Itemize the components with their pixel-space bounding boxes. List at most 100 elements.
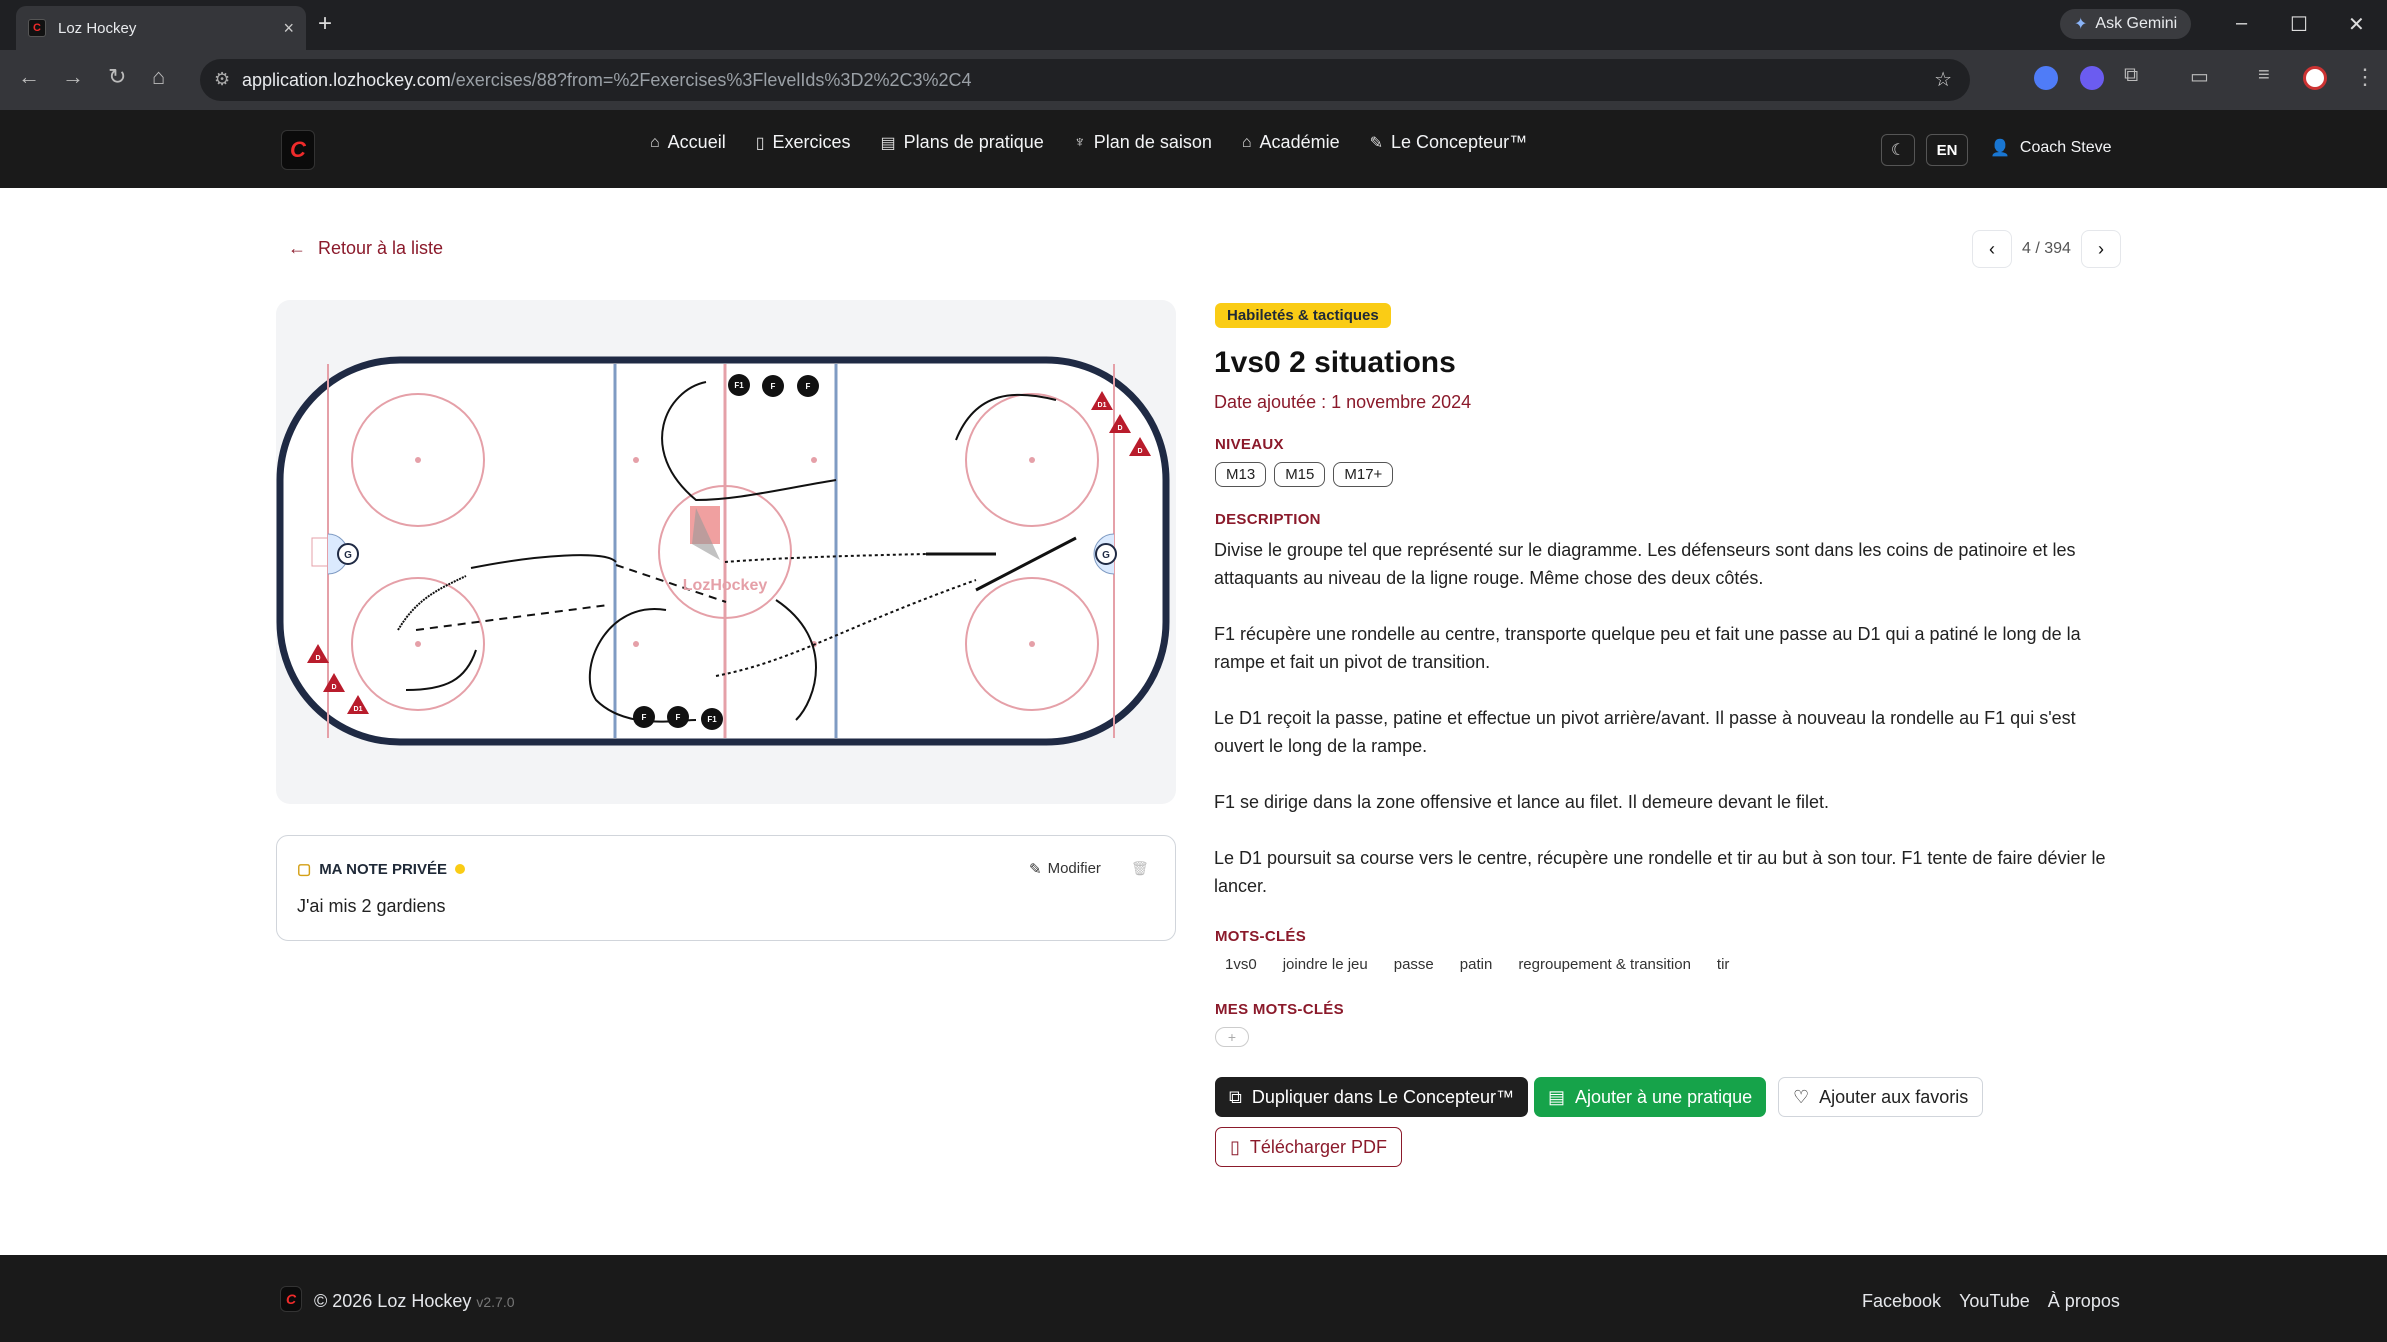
- nav-label: Accueil: [667, 132, 726, 152]
- heart-icon: ♡: [1793, 1086, 1810, 1107]
- player-marker: F: [667, 706, 689, 728]
- player-marker: F: [762, 375, 784, 397]
- forward-arrow-icon[interactable]: →: [62, 64, 84, 90]
- nav-concepteur[interactable]: ✎ Le Concepteur™: [1370, 132, 1528, 153]
- footer-links: Facebook YouTube À propos: [1862, 1291, 2120, 1312]
- extension-icon[interactable]: [2034, 66, 2058, 90]
- tab-title: Loz Hockey: [58, 19, 137, 37]
- player-label: F: [676, 713, 681, 722]
- keyword-tag[interactable]: passe: [1394, 956, 1434, 973]
- window-close-icon[interactable]: ✕: [2348, 12, 2365, 37]
- ask-gemini-button[interactable]: ✦ Ask Gemini: [2060, 9, 2192, 39]
- nav-academie[interactable]: ⌂ Académie: [1242, 132, 1340, 153]
- nav-accueil[interactable]: ⌂ Accueil: [650, 132, 726, 153]
- edit-note-button[interactable]: ✎ Modifier: [1029, 860, 1101, 878]
- nav-plans[interactable]: ▤ Plans de pratique: [881, 132, 1044, 153]
- reload-icon[interactable]: ↻: [108, 64, 126, 90]
- nav-label: Le Concepteur™: [1391, 132, 1528, 152]
- add-to-practice-button[interactable]: ▤ Ajouter à une pratique: [1534, 1077, 1767, 1117]
- browser-tab[interactable]: C Loz Hockey ×: [16, 6, 306, 50]
- loz-logo[interactable]: C: [281, 130, 315, 170]
- theme-toggle-moon-icon[interactable]: ☾: [1881, 134, 1915, 166]
- faceoff-dot: [415, 641, 421, 647]
- language-toggle[interactable]: EN: [1926, 134, 1968, 166]
- pencil-icon: ✎: [1369, 134, 1383, 152]
- keyword-tag[interactable]: tir: [1717, 956, 1730, 973]
- graduation-cap-icon: ⌂: [1241, 133, 1252, 151]
- edit-label: Modifier: [1047, 860, 1101, 877]
- rink-boards: [276, 356, 1170, 746]
- category-badge: Habiletés & tactiques: [1215, 303, 1391, 328]
- version: v2.7.0: [476, 1294, 515, 1310]
- rink-diagram: LozHockey F1 F F F F F1 D D D1 D1 D D G G: [276, 300, 1176, 804]
- description-paragraph: F1 se dirige dans la zone offensive et l…: [1214, 792, 1830, 812]
- previous-exercise-button[interactable]: ‹: [1972, 230, 2012, 268]
- pdf-label: Télécharger PDF: [1249, 1136, 1387, 1157]
- keywords-label: MOTS-CLÉS: [1215, 928, 1307, 945]
- bookmark-star-icon[interactable]: ☆: [1934, 67, 1952, 92]
- keyword-tag[interactable]: 1vs0: [1225, 956, 1257, 973]
- note-text: J'ai mis 2 gardiens: [297, 896, 446, 916]
- nav-saison[interactable]: ♆ Plan de saison: [1074, 132, 1212, 153]
- extensions-puzzle-icon[interactable]: ⧉: [2124, 64, 2138, 87]
- back-label: Retour à la liste: [318, 238, 444, 258]
- nav-label: Plans de pratique: [903, 132, 1044, 152]
- footer-logo: C: [280, 1286, 302, 1312]
- download-pdf-button[interactable]: ▯ Télécharger PDF: [1215, 1127, 1402, 1167]
- favorite-label: Ajouter aux favoris: [1819, 1086, 1969, 1107]
- tab-close-icon[interactable]: ×: [283, 18, 294, 39]
- levels-label: NIVEAUX: [1215, 436, 1284, 453]
- site-info-icon[interactable]: ⚙: [214, 69, 230, 90]
- faceoff-dot: [415, 457, 421, 463]
- add-keyword-button[interactable]: +: [1215, 1027, 1249, 1047]
- add-favorite-button[interactable]: ♡ Ajouter aux favoris: [1778, 1077, 1984, 1117]
- cone-label: D: [331, 684, 336, 691]
- player-marker: F: [633, 706, 655, 728]
- player-marker: F: [797, 375, 819, 397]
- tab-search-icon[interactable]: ▭: [2190, 64, 2209, 89]
- duplicate-button[interactable]: ⧉ Dupliquer dans Le Concepteur™: [1215, 1077, 1529, 1117]
- user-icon: 👤: [1990, 140, 2010, 157]
- center-watermark: LozHockey: [683, 577, 768, 594]
- copyright-text: © 2026 Loz Hockey: [314, 1291, 472, 1311]
- back-to-list-link[interactable]: ← Retour à la liste: [288, 238, 443, 259]
- user-menu[interactable]: 👤 Coach Steve: [1990, 138, 2112, 158]
- duplicate-label: Dupliquer dans Le Concepteur™: [1251, 1086, 1515, 1107]
- extension-icon[interactable]: [2080, 66, 2104, 90]
- media-icon[interactable]: ≡: [2258, 64, 2270, 87]
- footer-link-about[interactable]: À propos: [2048, 1291, 2120, 1312]
- nav-label: Plan de saison: [1093, 132, 1212, 152]
- level-badge: M17+: [1333, 462, 1394, 487]
- status-dot: [454, 864, 465, 874]
- footer-link-facebook[interactable]: Facebook: [1862, 1291, 1941, 1312]
- address-bar[interactable]: ⚙ application.lozhockey.com/exercises/88…: [200, 59, 1970, 101]
- faceoff-dot: [1029, 641, 1035, 647]
- description-paragraph: Divise le groupe tel que représenté sur …: [1214, 540, 2076, 588]
- minimize-icon[interactable]: –: [2236, 12, 2247, 35]
- goalie-label: G: [1102, 550, 1110, 561]
- favicon-icon: C: [28, 19, 46, 37]
- nav-exercices[interactable]: ▯ Exercices: [756, 132, 851, 153]
- maximize-icon[interactable]: ☐: [2290, 12, 2308, 37]
- level-badge: M13: [1215, 462, 1267, 487]
- keyword-tag[interactable]: regroupement & transition: [1518, 956, 1691, 973]
- note-heading-label: MA NOTE PRIVÉE: [319, 860, 447, 878]
- keyword-tag[interactable]: patin: [1460, 956, 1493, 973]
- keyword-tag[interactable]: joindre le jeu: [1283, 956, 1368, 973]
- next-exercise-button[interactable]: ›: [2080, 230, 2121, 268]
- profile-avatar-icon[interactable]: [2303, 66, 2327, 90]
- new-tab-button[interactable]: +: [318, 10, 332, 38]
- delete-note-trash-icon[interactable]: 🗑: [1131, 860, 1149, 877]
- player-label: F: [806, 382, 811, 391]
- description-label: DESCRIPTION: [1215, 511, 1321, 528]
- chevron-right-icon: ›: [2097, 238, 2104, 259]
- menu-kebab-icon[interactable]: ⋮: [2354, 64, 2376, 90]
- my-keywords-label: MES MOTS-CLÉS: [1215, 1001, 1344, 1018]
- player-marker: F1: [701, 708, 723, 730]
- footer-link-youtube[interactable]: YouTube: [1959, 1291, 2030, 1312]
- exercise-title: 1vs0 2 situations: [1214, 346, 1456, 379]
- trophy-icon: ♆: [1073, 133, 1086, 151]
- cone-label: D: [1137, 448, 1142, 455]
- home-browser-icon[interactable]: ⌂: [152, 64, 165, 90]
- back-arrow-icon[interactable]: ←: [18, 64, 40, 90]
